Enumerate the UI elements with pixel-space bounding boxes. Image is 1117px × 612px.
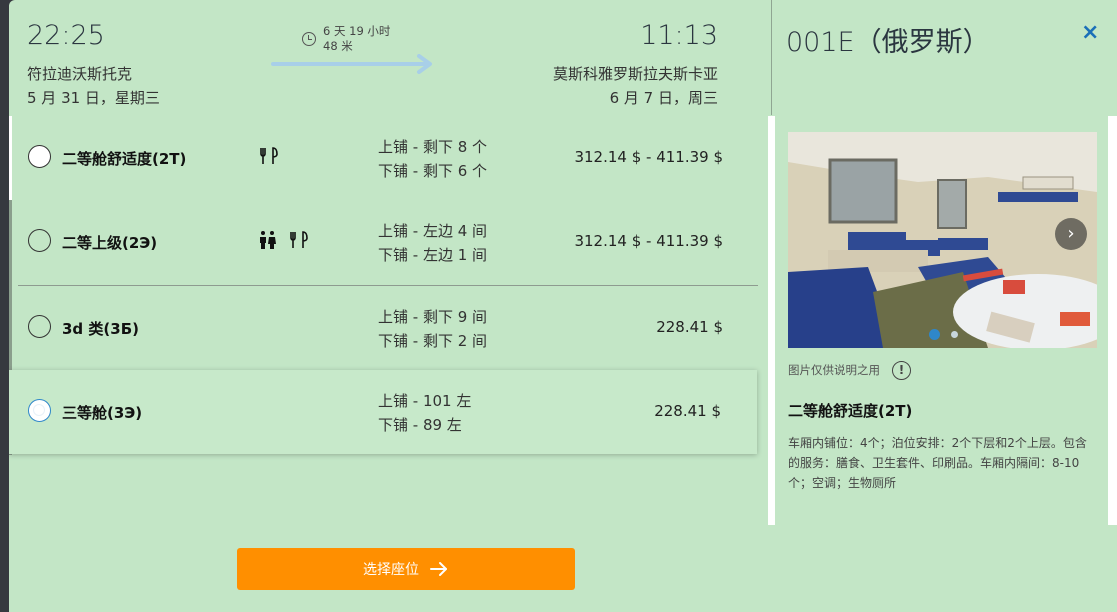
photo-disclaimer: 图片仅供说明之用 (788, 363, 880, 377)
fare-class-name: 二等上级(2Э) (62, 234, 158, 252)
fare-row-3b[interactable]: 3d 类(3Б) 上铺 - 剩下 9 间 下铺 - 剩下 2 间 228.41 … (9, 286, 759, 370)
departure-city: 符拉迪沃斯托克 (27, 65, 133, 83)
arrow-right-icon (271, 54, 432, 74)
berth-lower: 下铺 - 89 左 (378, 416, 462, 434)
duration-days-hours: 6 天 19 小时 (323, 24, 391, 38)
berth-upper: 上铺 - 剩下 8 个 (378, 138, 488, 156)
fare-price: 312.14 $ - 411.39 $ (574, 232, 723, 250)
fare-class-name: 三等舱(3Э) (62, 404, 143, 422)
panel-scroll-right (1108, 116, 1117, 525)
car-description: 车厢内铺位：4个；泊位安排：2个下层和2个上层。包含的服务：膳食、卫生套件、印刷… (788, 436, 1087, 490)
berth-lower: 下铺 - 剩下 2 间 (378, 332, 488, 350)
arrow-right-icon (430, 562, 447, 576)
select-seat-button[interactable]: 选择座位 (237, 548, 575, 590)
fare-class-name: 3d 类(3Б) (62, 320, 139, 338)
berth-lower: 下铺 - 剩下 6 个 (378, 162, 488, 180)
arrival-time: 11:13 (640, 20, 718, 51)
berth-upper: 上铺 - 左边 4 间 (378, 222, 488, 240)
carousel-dot-active[interactable] (929, 329, 940, 340)
chevron-right-icon[interactable]: › (1055, 218, 1087, 250)
car-title: 001E（俄罗斯） (786, 27, 990, 58)
duration-minutes: 48 米 (323, 39, 353, 53)
fare-radio[interactable] (28, 229, 51, 252)
cutlery-icon (259, 146, 281, 170)
car-class-title: 二等舱舒适度(2T) (788, 402, 913, 420)
travel-duration: 6 天 19 小时 48 米 (323, 24, 390, 54)
car-photo (788, 132, 1097, 348)
amenity-icons (259, 230, 315, 254)
departure-date: 5 月 31 日，星期三 (27, 89, 160, 107)
panel-scroll-left (768, 116, 775, 525)
fare-radio[interactable] (28, 315, 51, 338)
close-icon[interactable]: × (1081, 20, 1099, 45)
compartment-photo (788, 132, 1097, 348)
fare-selection-modal: 22:25 符拉迪沃斯托克 5 月 31 日，星期三 6 天 19 小时 48 … (9, 0, 1117, 612)
arrival-city: 莫斯科雅罗斯拉夫斯卡亚 (552, 65, 718, 83)
carousel-dot[interactable] (951, 331, 958, 338)
berth-upper: 上铺 - 剩下 9 间 (378, 308, 488, 326)
berth-availability: 上铺 - 左边 4 间 下铺 - 左边 1 间 (378, 219, 487, 267)
clock-icon (302, 32, 316, 46)
cutlery-icon (260, 147, 278, 164)
berth-availability: 上铺 - 剩下 9 间 下铺 - 剩下 2 间 (378, 305, 487, 353)
berth-lower: 下铺 - 左边 1 间 (378, 246, 488, 264)
berth-availability: 上铺 - 101 左 下铺 - 89 左 (378, 389, 471, 437)
header-divider (771, 0, 772, 115)
arrival-date: 6 月 7 日，周三 (609, 89, 718, 107)
berth-upper: 上铺 - 101 左 (378, 392, 472, 410)
select-seat-label: 选择座位 (363, 562, 419, 578)
fare-row-3e[interactable]: 三等舱(3Э) 上铺 - 101 左 下铺 - 89 左 228.41 $ (9, 370, 757, 454)
departure-time: 22:25 (27, 20, 105, 51)
info-icon[interactable]: ! (892, 361, 911, 380)
fare-price: 312.14 $ - 411.39 $ (574, 148, 723, 166)
fare-class-name: 二等舱舒适度(2T) (62, 150, 187, 168)
fare-price: 228.41 $ (654, 402, 721, 420)
berth-availability: 上铺 - 剩下 8 个 下铺 - 剩下 6 个 (378, 135, 487, 183)
fare-radio-selected[interactable] (28, 399, 51, 422)
fare-price: 228.41 $ (656, 318, 723, 336)
fare-radio[interactable] (28, 145, 51, 168)
fare-row-2e[interactable]: 二等上级(2Э) 上铺 - 左边 4 间 下铺 - 左边 1 间 312.14 … (9, 200, 759, 284)
toilet-icon (260, 231, 308, 249)
fare-row-2t[interactable]: 二等舱舒适度(2T) 上铺 - 剩下 8 个 下铺 - 剩下 6 个 312.1… (9, 116, 759, 200)
